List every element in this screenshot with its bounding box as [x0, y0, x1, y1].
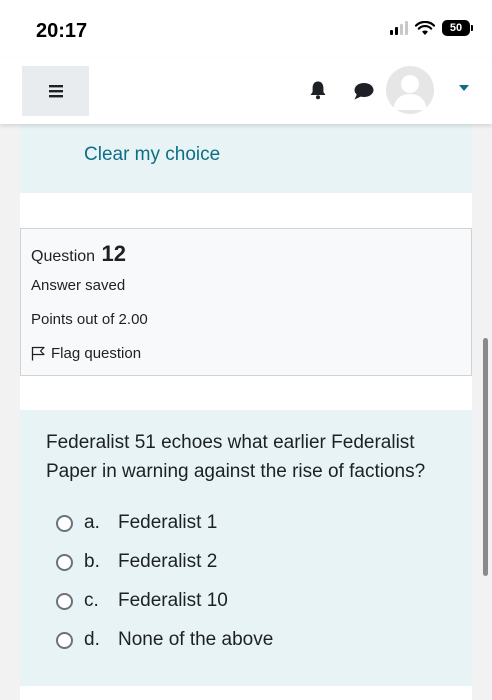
- scrollbar[interactable]: [483, 338, 488, 576]
- question-info-card: Question 12 Answer saved Points out of 2…: [20, 228, 472, 376]
- hamburger-menu-icon: [48, 85, 63, 98]
- radio-button[interactable]: [56, 592, 73, 610]
- caret-down-icon[interactable]: [458, 84, 470, 92]
- card-separator: [20, 376, 472, 410]
- question-text: Federalist 51 echoes what earlier Federa…: [46, 432, 426, 482]
- status-time: 20:17: [36, 20, 88, 42]
- radio-button[interactable]: [56, 631, 73, 649]
- option-letter: a.: [84, 512, 100, 533]
- avatar[interactable]: [386, 66, 434, 114]
- question-label: Question 12: [31, 241, 126, 267]
- option-d[interactable]: d. None of the above: [56, 629, 273, 651]
- flag-question-label: Flag question: [51, 345, 142, 362]
- clear-my-choice-link[interactable]: Clear my choice: [84, 144, 220, 166]
- card-separator: [20, 686, 472, 700]
- option-letter: c.: [84, 590, 99, 611]
- question-points: Points out of 2.00: [31, 311, 148, 328]
- flag-icon: [31, 346, 45, 361]
- question-card: Federalist 51 echoes what earlier Federa…: [20, 410, 472, 686]
- radio-button[interactable]: [56, 553, 73, 571]
- previous-question-card: Clear my choice: [20, 124, 472, 193]
- quiz-content: Clear my choice Question 12 Answer saved…: [0, 124, 492, 700]
- option-label: None of the above: [118, 629, 274, 650]
- signal-icon: [390, 21, 408, 35]
- radio-button[interactable]: [56, 514, 73, 532]
- wifi-icon: [415, 20, 435, 35]
- question-label-text: Question: [31, 248, 96, 265]
- card-separator: [20, 193, 472, 228]
- option-label: Federalist 2: [118, 551, 218, 572]
- question-state: Answer saved: [31, 277, 126, 294]
- menu-button[interactable]: [22, 66, 89, 116]
- status-icons: 50: [390, 20, 473, 36]
- option-label: Federalist 10: [118, 590, 228, 611]
- question-number: 12: [101, 241, 126, 266]
- bell-icon[interactable]: [309, 80, 327, 100]
- chat-icon[interactable]: [353, 82, 374, 100]
- user-avatar-icon: [393, 75, 427, 110]
- option-label: Federalist 1: [118, 512, 218, 533]
- navbar: [0, 58, 492, 124]
- option-letter: b.: [84, 551, 100, 572]
- option-c[interactable]: c. Federalist 10: [56, 590, 228, 612]
- battery-icon: 50: [442, 20, 473, 36]
- option-b[interactable]: b. Federalist 2: [56, 551, 217, 573]
- option-a[interactable]: a. Federalist 1: [56, 512, 217, 534]
- status-bar: 20:17 50: [0, 0, 492, 58]
- flag-question-button[interactable]: Flag question: [31, 345, 141, 362]
- option-letter: d.: [84, 629, 100, 650]
